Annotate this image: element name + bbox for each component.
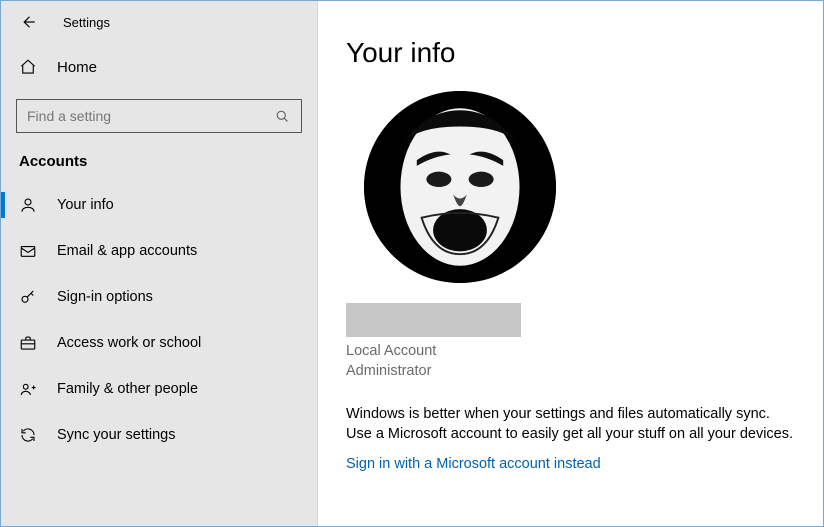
nav-label: Sign-in options <box>57 289 153 305</box>
sidebar-item-your-info[interactable]: Your info <box>1 182 317 228</box>
search-icon <box>273 107 291 125</box>
briefcase-icon <box>19 334 37 352</box>
home-label: Home <box>57 59 97 76</box>
promo-text: Windows is better when your settings and… <box>346 404 796 445</box>
sign-in-link[interactable]: Sign in with a Microsoft account instead <box>346 456 601 472</box>
section-title: Accounts <box>1 147 317 182</box>
sidebar-item-email[interactable]: Email & app accounts <box>1 228 317 274</box>
home-icon <box>19 58 37 76</box>
nav-label: Sync your settings <box>57 427 175 443</box>
person-icon <box>19 196 37 214</box>
content-pane: Your info Local Account Administrator Wi… <box>318 1 823 526</box>
window-title: Settings <box>63 15 110 30</box>
nav-label: Family & other people <box>57 381 198 397</box>
back-button[interactable] <box>19 13 37 31</box>
search-box[interactable] <box>16 99 302 133</box>
nav-label: Email & app accounts <box>57 243 197 259</box>
nav-label: Access work or school <box>57 335 201 351</box>
sidebar-item-work-school[interactable]: Access work or school <box>1 320 317 366</box>
home-link[interactable]: Home <box>1 43 317 91</box>
sync-icon <box>19 426 37 444</box>
sidebar-item-signin[interactable]: Sign-in options <box>1 274 317 320</box>
search-input[interactable] <box>27 108 273 124</box>
account-type: Local Account <box>346 341 801 361</box>
people-icon <box>19 380 37 398</box>
sidebar-item-family[interactable]: Family & other people <box>1 366 317 412</box>
key-icon <box>19 288 37 306</box>
avatar <box>364 91 556 283</box>
mail-icon <box>19 242 37 260</box>
titlebar: Settings <box>1 1 317 43</box>
account-role: Administrator <box>346 361 801 381</box>
nav-label: Your info <box>57 197 114 213</box>
sidebar-item-sync[interactable]: Sync your settings <box>1 412 317 458</box>
page-title: Your info <box>346 37 801 69</box>
user-name-redacted <box>346 303 521 337</box>
sidebar: Settings Home Accounts <box>1 1 318 526</box>
